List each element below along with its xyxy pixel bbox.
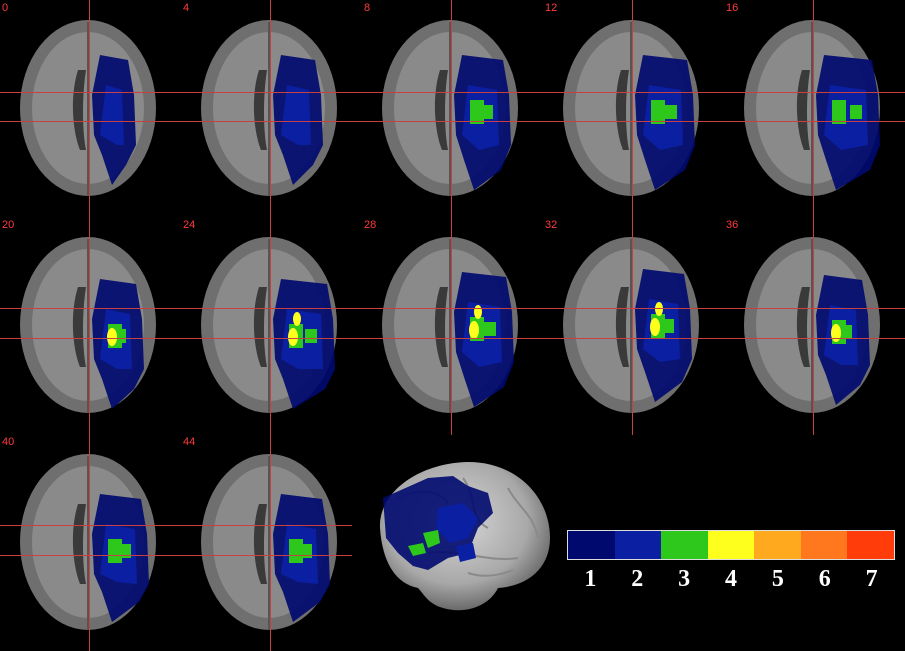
color-scale-segment: [847, 531, 895, 559]
brain-slice-image: [20, 454, 156, 630]
slice-number-label: 0: [2, 2, 9, 14]
slice-number-label: 28: [364, 219, 377, 231]
color-scale-label: 4: [725, 566, 737, 592]
color-scale-label: 2: [631, 566, 644, 592]
lesion-overlap-4: [650, 318, 660, 336]
brain-slice-image: [744, 237, 880, 413]
brain-slice-image: [201, 454, 337, 630]
lesion-overlap-4: [655, 302, 663, 316]
slice-number-label: 44: [183, 436, 196, 448]
color-scale-segment: [707, 531, 755, 559]
slice-number-label: 36: [726, 219, 739, 231]
lesion-overlap-4: [293, 312, 301, 326]
brain-slice-image: [382, 237, 518, 413]
lesion-overlap-3: [850, 105, 862, 119]
color-scale-label: 6: [818, 566, 831, 592]
crosshair-horizontal: [0, 92, 905, 93]
slice-number-label: 40: [2, 436, 15, 448]
color-scale-label: 1: [584, 566, 597, 592]
slice-number-label: 24: [183, 219, 196, 231]
crosshair-vertical: [89, 0, 90, 651]
brain-3d-render: [368, 458, 554, 618]
brain-slice-image: [563, 237, 699, 413]
axial-slice: 12: [543, 0, 724, 217]
lesion-overlap-3: [484, 322, 496, 336]
crosshair-vertical: [632, 0, 633, 435]
crosshair-horizontal: [0, 525, 352, 526]
slice-number-label: 20: [2, 219, 15, 231]
crosshair-horizontal: [0, 121, 905, 122]
axial-slice: 16: [724, 0, 905, 217]
crosshair-vertical: [813, 0, 814, 435]
slice-number-label: 32: [545, 219, 558, 231]
slice-number-label: 8: [364, 2, 371, 14]
brain-slice-image: [201, 237, 337, 413]
color-scale-labels: 1 2 3 4 5 6 7: [567, 566, 895, 596]
color-scale-label: 5: [771, 566, 784, 592]
axial-slice: 28: [362, 217, 543, 434]
slice-number-label: 16: [726, 2, 739, 14]
lesion-overlap-3: [840, 325, 852, 339]
lesion-overlap-4: [469, 321, 479, 339]
brain-slice-image: [20, 237, 156, 413]
crosshair-horizontal: [0, 338, 905, 339]
lesion-overlap-3: [662, 319, 674, 333]
axial-slice: 32: [543, 217, 724, 434]
axial-slice: 4: [181, 0, 362, 217]
brain-slice-image: [382, 20, 518, 196]
crosshair-horizontal: [0, 308, 905, 309]
axial-slice: 40: [0, 434, 181, 651]
color-scale-segment: [800, 531, 848, 559]
crosshair-vertical: [451, 0, 452, 435]
axial-slice: 36: [724, 217, 905, 434]
brain-slice-image: [744, 20, 880, 196]
axial-slice: 0: [0, 0, 181, 217]
color-scale-segment: [754, 531, 801, 559]
axial-slice: 8: [362, 0, 543, 217]
lesion-overlap-3: [665, 105, 677, 119]
color-scale-label: 7: [865, 566, 878, 592]
crosshair-vertical: [270, 0, 271, 651]
crosshair-horizontal: [0, 555, 352, 556]
slice-number-label: 4: [183, 2, 190, 14]
lesion-overlap-4: [831, 324, 841, 342]
lesion-overlap-3: [305, 329, 317, 343]
brain-slice-image: [20, 20, 156, 196]
brain-slice-image: [201, 20, 337, 196]
lesion-overlap-3: [481, 105, 493, 119]
color-scale-label: 3: [678, 566, 691, 592]
lesion-overlap-4: [107, 328, 117, 346]
axial-slice: 44: [181, 434, 362, 651]
lesion-overlap-4: [288, 328, 298, 346]
slice-number-label: 12: [545, 2, 558, 14]
axial-slice: 20: [0, 217, 181, 434]
brain-slice-image: [563, 20, 699, 196]
color-scale-segment: [661, 531, 708, 559]
color-scale-segment: [568, 531, 615, 559]
axial-slice: 24: [181, 217, 362, 434]
color-scale-segment: [614, 531, 662, 559]
color-scale-bar: [567, 530, 895, 560]
